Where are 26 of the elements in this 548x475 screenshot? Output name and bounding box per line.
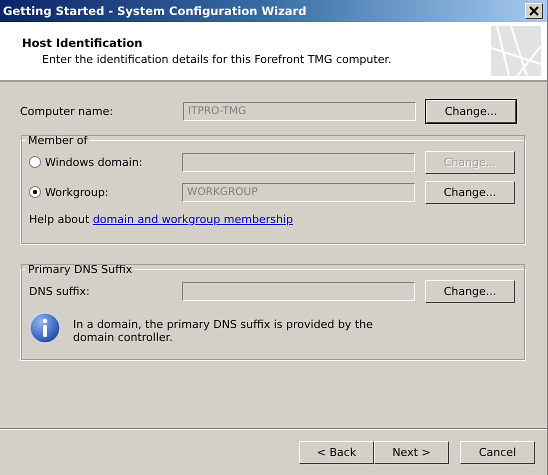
next-button[interactable]: Next > bbox=[374, 440, 449, 464]
close-button[interactable] bbox=[525, 3, 543, 19]
radio-label: Windows domain: bbox=[45, 156, 143, 168]
input-field[interactable] bbox=[182, 152, 415, 172]
radio-button[interactable] bbox=[29, 156, 41, 168]
change-button[interactable]: Change... bbox=[426, 100, 516, 122]
radio-label: Workgroup: bbox=[45, 186, 109, 198]
dns-suffix-field[interactable] bbox=[182, 282, 415, 300]
change-button[interactable]: Change... bbox=[425, 180, 515, 204]
window-title: Getting Started - System Configuration Wizard bbox=[3, 4, 306, 18]
page-subtitle: Enter the identification details for this Forefront TMG computer. bbox=[42, 53, 392, 66]
group-title: Primary DNS Suffix bbox=[27, 263, 134, 276]
help-link[interactable]: domain and workgroup membership bbox=[92, 213, 293, 226]
wizard-graphic-icon bbox=[491, 26, 541, 76]
back-button[interactable]: < Back bbox=[299, 440, 374, 464]
group-title: Member of bbox=[27, 134, 89, 147]
help-text: Help about bbox=[29, 213, 90, 226]
close-icon bbox=[529, 6, 539, 16]
info-text: In a domain, the primary DNS suffix is provided by the domain controller. bbox=[73, 318, 374, 344]
field-label: DNS suffix: bbox=[29, 284, 91, 298]
cancel-button[interactable]: Cancel bbox=[460, 440, 535, 464]
radio-button[interactable] bbox=[29, 186, 41, 198]
info-icon bbox=[29, 312, 61, 344]
page-title: Host Identification bbox=[22, 36, 144, 50]
change-button[interactable]: Change... bbox=[425, 280, 515, 302]
field-label: Computer name: bbox=[20, 104, 114, 118]
